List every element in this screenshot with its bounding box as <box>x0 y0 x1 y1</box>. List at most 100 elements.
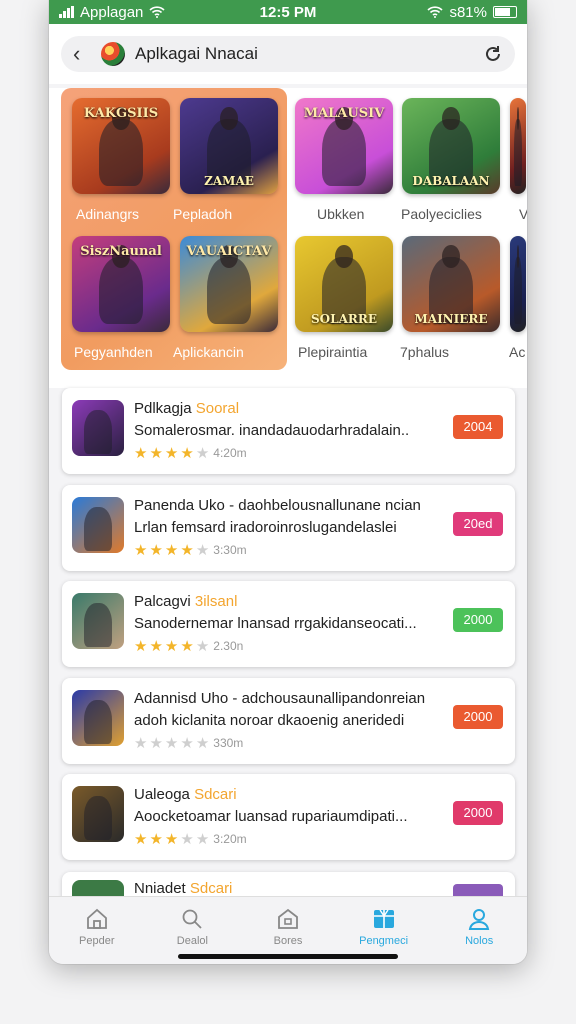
star-icon: ★ <box>164 445 179 462</box>
character-figure <box>207 244 251 325</box>
featured-game-name[interactable]: Ac <box>509 344 525 360</box>
download-size: 3:20m <box>213 832 247 846</box>
featured-game-name[interactable]: Pegyanhden <box>74 344 153 360</box>
rating-row: ★ ★ ★ ★ ★ 330m <box>134 734 243 752</box>
star-icon: ★ <box>164 735 179 752</box>
featured-game-name[interactable]: Pepladoh <box>173 206 232 222</box>
star-icon: ★ <box>134 735 148 752</box>
featured-game-name[interactable]: V <box>519 206 527 222</box>
star-icon: ★ <box>149 831 163 848</box>
battery-percent: s81% <box>449 3 487 21</box>
star-icon: ★ <box>180 542 194 559</box>
app-description: Lrlan femsard iradoroinroslugandelaslei <box>134 519 397 536</box>
game-art-title: SiszNaunal <box>80 244 162 259</box>
wifi-icon <box>149 6 165 18</box>
star-icon: ★ <box>195 831 210 848</box>
wifi-icon <box>427 6 444 18</box>
tab-profile[interactable]: Nolos <box>431 897 527 964</box>
star-icon: ★ <box>195 735 210 752</box>
game-art-title: KAKGSIIS <box>83 106 159 121</box>
star-icon: ★ <box>195 542 210 559</box>
app-title: Palcagvi 3ilsanl <box>134 593 238 610</box>
header: ‹ Aplkagai Nnacai <box>49 24 527 84</box>
app-icon <box>72 400 124 456</box>
rating-row: ★ ★ ★ ★ ★ 4:20m <box>134 444 247 462</box>
list-item[interactable]: Panenda Uko - daohbelousnallunane ncian … <box>62 485 515 571</box>
featured-game-tile[interactable]: DABALAAN <box>402 98 500 194</box>
app-title: Nniadet Sdcari <box>134 880 233 897</box>
featured-game-tile[interactable] <box>510 236 526 332</box>
price-button[interactable]: 2000 <box>453 705 503 729</box>
list-item[interactable]: Pdlkagja Sooral Somalerosmar. inandadauod… <box>62 388 515 474</box>
home-indicator <box>178 954 398 959</box>
price-button[interactable]: 20ed <box>453 512 503 536</box>
featured-game-name[interactable]: Aplickancin <box>173 344 244 360</box>
tab-home[interactable]: Pepder <box>49 897 145 964</box>
star-icon: ★ <box>195 638 210 655</box>
price-button[interactable]: 2000 <box>453 801 503 825</box>
featured-game-tile[interactable]: SiszNaunal <box>72 236 170 332</box>
page-title: Aplkagai Nnacai <box>135 44 258 63</box>
character-figure <box>99 106 143 187</box>
star-icon: ★ <box>164 831 179 848</box>
star-icon: ★ <box>180 735 194 752</box>
refresh-icon[interactable] <box>483 44 503 64</box>
game-art-subtitle: ZAMAE <box>204 174 254 188</box>
price-button[interactable]: 2000 <box>453 608 503 632</box>
star-icon: ★ <box>149 542 163 559</box>
star-rating: ★ ★ ★ ★ ★ <box>134 637 209 655</box>
store-icon <box>278 908 298 929</box>
featured-game-name[interactable]: Paolyeciclies <box>401 206 482 222</box>
star-icon: ★ <box>180 638 194 655</box>
star-icon: ★ <box>134 542 148 559</box>
signal-icon <box>59 6 74 18</box>
app-logo-icon <box>101 42 125 66</box>
star-rating: ★ ★ ★ ★ ★ <box>134 541 209 559</box>
featured-game-tile[interactable]: ZAMAE <box>180 98 278 194</box>
featured-game-name[interactable]: 7phalus <box>400 344 449 360</box>
search-icon <box>182 909 203 929</box>
app-title: Adannisd Uho - adchousaunallipandonreian <box>134 690 426 707</box>
list-item[interactable]: Palcagvi 3ilsanl Sanodernemar lnansad rrg… <box>62 581 515 667</box>
download-size: 4:20m <box>213 446 247 460</box>
price-button[interactable]: 2004 <box>453 415 503 439</box>
star-icon: ★ <box>149 735 163 752</box>
back-icon[interactable]: ‹ <box>73 41 91 67</box>
star-icon: ★ <box>180 445 194 462</box>
featured-game-name[interactable]: Adinangrs <box>76 206 139 222</box>
app-description: adoh kiclanita noroar dkaoenig aneridedi <box>134 712 405 729</box>
featured-game-name[interactable]: Plepiraintia <box>298 344 367 360</box>
app-title: Ualeoga Sdcari <box>134 786 237 803</box>
star-icon: ★ <box>195 445 210 462</box>
game-art-subtitle: MAINIERE <box>414 312 488 326</box>
app-title: Pdlkagja Sooral <box>134 400 240 417</box>
star-icon: ★ <box>180 831 194 848</box>
phone-frame: Applagan 12:5 PM s81% ‹ Aplkagai Nnacai … <box>49 0 527 964</box>
character-figure <box>99 244 143 325</box>
star-rating: ★ ★ ★ ★ ★ <box>134 444 209 462</box>
featured-section: KAKGSIIS Adinangrs ZAMAE Pepladoh MALAUSIV Ub… <box>49 88 527 388</box>
featured-game-tile[interactable]: KAKGSIIS <box>72 98 170 194</box>
app-icon <box>72 593 124 649</box>
character-figure <box>322 106 366 187</box>
carrier-label: Applagan <box>80 3 144 21</box>
app-icon <box>72 497 124 553</box>
star-icon: ★ <box>149 638 163 655</box>
featured-game-tile[interactable]: VAUAICTAV <box>180 236 278 332</box>
featured-game-name[interactable]: Ubkken <box>317 206 364 222</box>
character-figure <box>514 244 522 325</box>
featured-game-tile[interactable]: MAINIERE <box>402 236 500 332</box>
list-item[interactable]: Ualeoga Sdcari Aoocketoamar luansad rupar… <box>62 774 515 860</box>
star-icon: ★ <box>134 831 148 848</box>
download-size: 330m <box>213 736 244 750</box>
game-art-subtitle: DABALAAN <box>412 174 490 188</box>
star-rating: ★ ★ ★ ★ ★ <box>134 830 209 848</box>
featured-game-tile[interactable] <box>510 98 526 194</box>
rating-row: ★ ★ ★ ★ ★ 3:30m <box>134 541 247 559</box>
rating-row: ★ ★ ★ ★ ★ 2.30n <box>134 637 243 655</box>
search-bar[interactable]: ‹ Aplkagai Nnacai <box>61 36 515 72</box>
list-item[interactable]: Adannisd Uho - adchousaunallipandonreian… <box>62 678 515 764</box>
featured-game-tile[interactable]: MALAUSIV <box>295 98 393 194</box>
home-icon <box>86 908 107 929</box>
featured-game-tile[interactable]: SOLARRE <box>295 236 393 332</box>
